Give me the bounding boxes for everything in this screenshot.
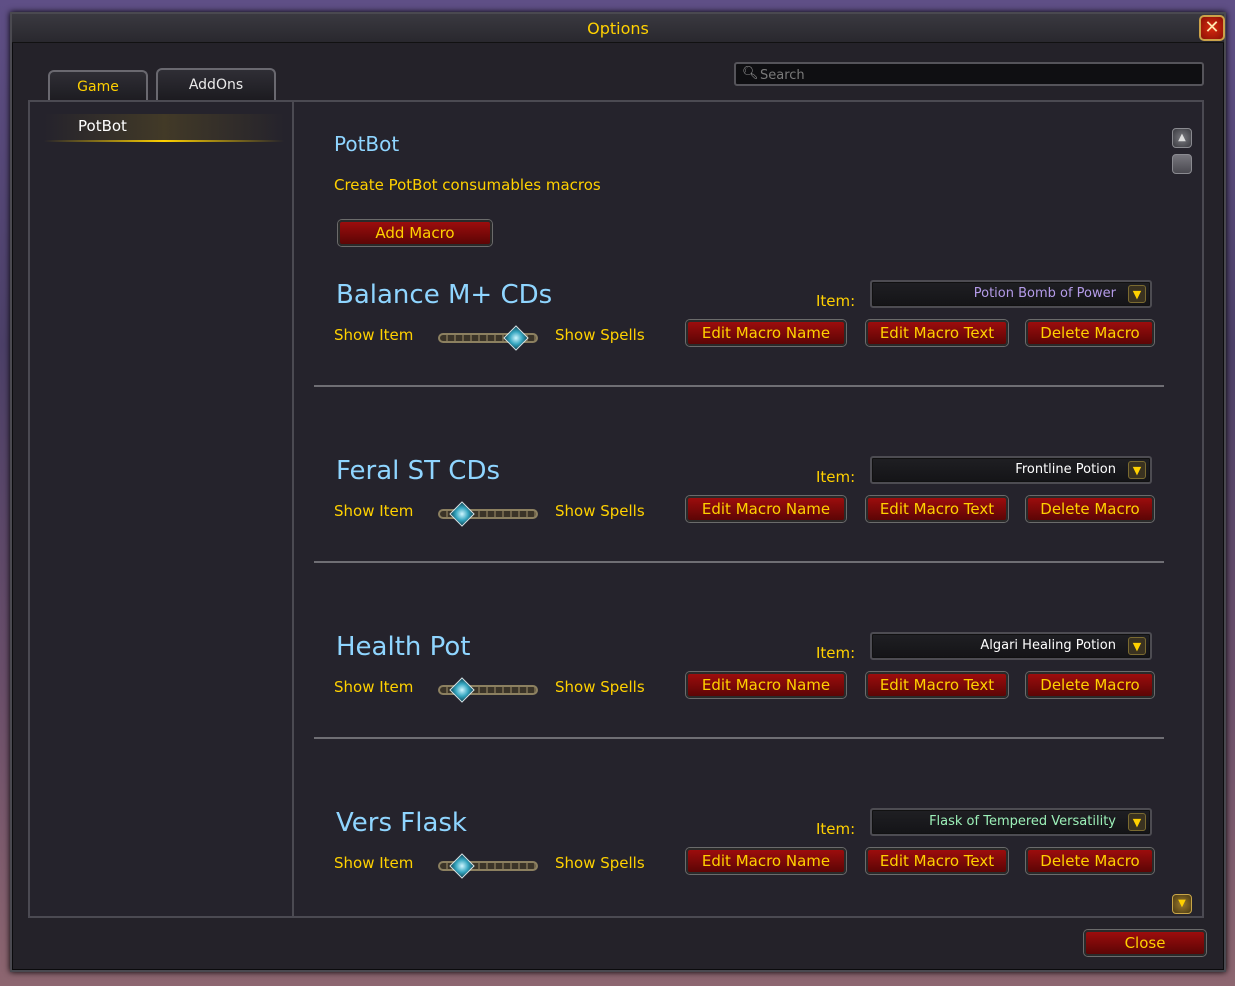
add-macro-button[interactable]: Add Macro xyxy=(338,220,492,246)
item-dropdown-value: Potion Bomb of Power xyxy=(973,286,1116,301)
chevron-down-icon[interactable]: ▼ xyxy=(1128,285,1146,303)
edit-macro-text-button[interactable]: Edit Macro Text xyxy=(866,496,1008,522)
show-spells-label: Show Spells xyxy=(555,854,645,872)
chevron-down-icon[interactable]: ▼ xyxy=(1128,461,1146,479)
scroll-up-icon[interactable]: ▲ xyxy=(1172,128,1192,148)
item-dropdown-value: Frontline Potion xyxy=(1015,462,1116,477)
search-box: 🔍︎ xyxy=(734,62,1204,86)
display-toggle-slider[interactable] xyxy=(436,327,540,349)
edit-macro-name-button[interactable]: Edit Macro Name xyxy=(686,848,846,874)
tab-addons[interactable]: AddOns xyxy=(156,68,276,100)
search-icon: 🔍︎ xyxy=(742,66,759,81)
item-dropdown[interactable]: Frontline Potion ▼ xyxy=(870,456,1152,484)
show-spells-label: Show Spells xyxy=(555,678,645,696)
show-spells-label: Show Spells xyxy=(555,326,645,344)
item-dropdown[interactable]: Potion Bomb of Power ▼ xyxy=(870,280,1152,308)
close-icon[interactable]: ✕ xyxy=(1199,15,1225,41)
item-label: Item: xyxy=(816,644,856,662)
show-spells-label: Show Spells xyxy=(555,502,645,520)
macro-section: Feral ST CDs Item: Frontline Potion ▼ Sh… xyxy=(314,456,1164,606)
options-window: Options ✕ Game AddOns 🔍︎ PotBot PotBot C… xyxy=(10,12,1226,972)
item-label: Item: xyxy=(816,292,856,310)
slider-thumb[interactable] xyxy=(450,502,474,526)
delete-macro-button[interactable]: Delete Macro xyxy=(1026,672,1154,698)
addon-subtitle: Create PotBot consumables macros xyxy=(334,176,601,194)
search-input[interactable] xyxy=(758,64,1192,86)
addon-content: PotBot Create PotBot consumables macros … xyxy=(294,102,1202,916)
edit-macro-text-button[interactable]: Edit Macro Text xyxy=(866,320,1008,346)
delete-macro-button[interactable]: Delete Macro xyxy=(1026,848,1154,874)
title-bar[interactable]: Options ✕ xyxy=(12,14,1225,43)
item-label: Item: xyxy=(816,468,856,486)
item-dropdown[interactable]: Algari Healing Potion ▼ xyxy=(870,632,1152,660)
display-toggle-slider[interactable] xyxy=(436,503,540,525)
macro-name: Health Pot xyxy=(336,632,471,662)
item-dropdown-value: Algari Healing Potion xyxy=(980,638,1116,653)
delete-macro-button[interactable]: Delete Macro xyxy=(1026,320,1154,346)
addon-sidebar: PotBot xyxy=(30,102,294,916)
scroll-down-icon[interactable]: ▼ xyxy=(1172,894,1192,914)
slider-thumb[interactable] xyxy=(450,854,474,878)
divider xyxy=(314,561,1164,563)
macro-name: Feral ST CDs xyxy=(336,456,501,486)
close-button[interactable]: Close xyxy=(1084,930,1206,956)
slider-thumb[interactable] xyxy=(450,678,474,702)
item-label: Item: xyxy=(816,820,856,838)
item-dropdown-value: Flask of Tempered Versatility xyxy=(929,814,1116,829)
show-item-label: Show Item xyxy=(334,678,414,696)
item-dropdown[interactable]: Flask of Tempered Versatility ▼ xyxy=(870,808,1152,836)
scrollbar-thumb[interactable] xyxy=(1172,154,1192,174)
show-item-label: Show Item xyxy=(334,326,414,344)
display-toggle-slider[interactable] xyxy=(436,679,540,701)
divider xyxy=(314,737,1164,739)
macro-name: Balance M+ CDs xyxy=(336,280,553,310)
addon-title: PotBot xyxy=(334,132,400,156)
chevron-down-icon[interactable]: ▼ xyxy=(1128,637,1146,655)
show-item-label: Show Item xyxy=(334,854,414,872)
delete-macro-button[interactable]: Delete Macro xyxy=(1026,496,1154,522)
tab-game[interactable]: Game xyxy=(48,70,148,102)
show-item-label: Show Item xyxy=(334,502,414,520)
window-title: Options xyxy=(587,19,649,38)
options-panel: PotBot PotBot Create PotBot consumables … xyxy=(28,100,1204,918)
display-toggle-slider[interactable] xyxy=(436,855,540,877)
macro-section: Health Pot Item: Algari Healing Potion ▼… xyxy=(314,632,1164,782)
divider xyxy=(314,385,1164,387)
edit-macro-name-button[interactable]: Edit Macro Name xyxy=(686,320,846,346)
macro-name: Vers Flask xyxy=(336,808,467,838)
edit-macro-text-button[interactable]: Edit Macro Text xyxy=(866,848,1008,874)
edit-macro-text-button[interactable]: Edit Macro Text xyxy=(866,672,1008,698)
edit-macro-name-button[interactable]: Edit Macro Name xyxy=(686,496,846,522)
chevron-down-icon[interactable]: ▼ xyxy=(1128,813,1146,831)
edit-macro-name-button[interactable]: Edit Macro Name xyxy=(686,672,846,698)
macro-section: Balance M+ CDs Item: Potion Bomb of Powe… xyxy=(314,280,1164,430)
macro-section: Vers Flask Item: Flask of Tempered Versa… xyxy=(314,808,1164,958)
slider-thumb[interactable] xyxy=(504,326,528,350)
sidebar-item-potbot[interactable]: PotBot xyxy=(44,114,284,142)
